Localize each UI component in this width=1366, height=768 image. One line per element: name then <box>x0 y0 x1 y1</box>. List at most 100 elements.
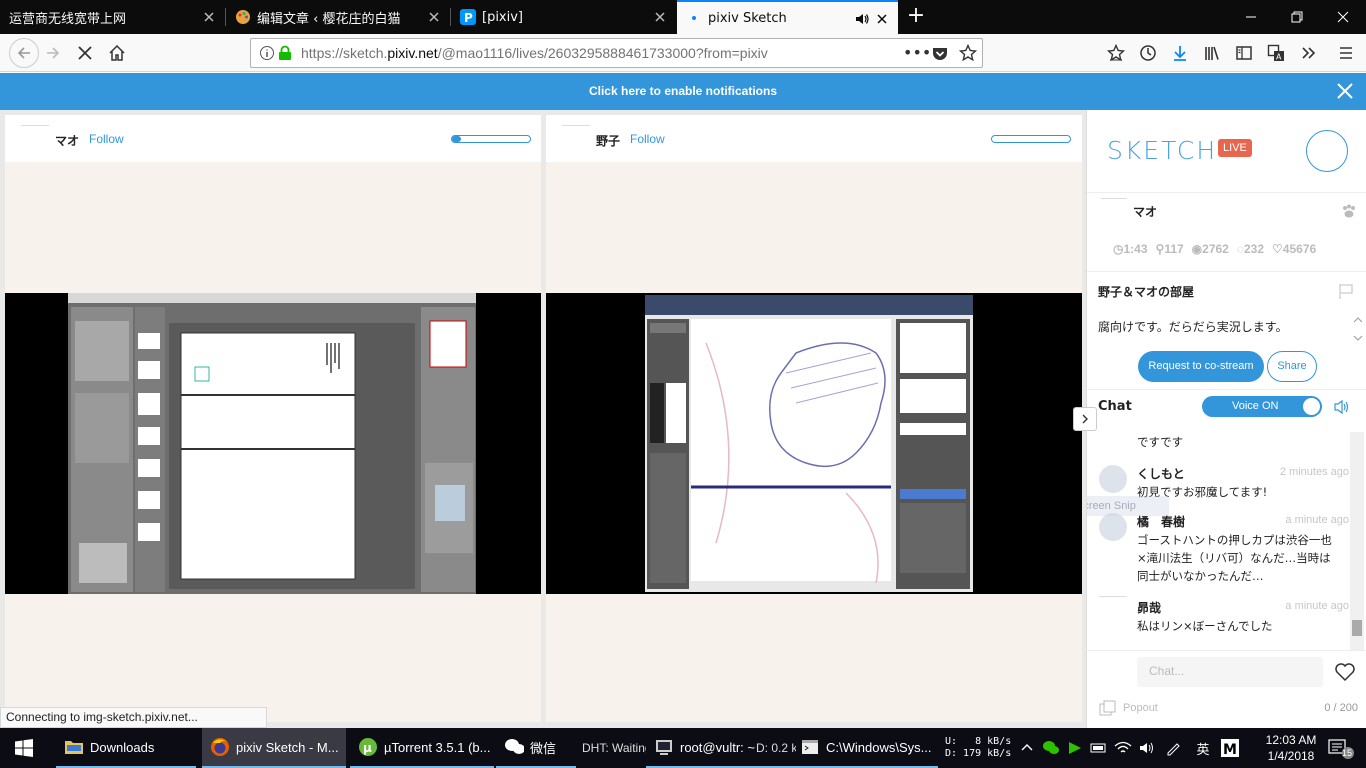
taskbar-utorrent[interactable]: µ µTorrent 3.5.1 (b... <box>350 728 494 768</box>
comments-stat: ◌232 <box>1236 242 1265 256</box>
volume-tray-icon[interactable] <box>1137 738 1157 758</box>
wifi-icon[interactable] <box>1113 738 1133 758</box>
sidebar-icon[interactable] <box>1232 41 1256 65</box>
popout-icon[interactable] <box>1099 700 1117 716</box>
pen-icon[interactable] <box>1163 738 1183 758</box>
close-tab-icon[interactable] <box>652 9 668 25</box>
tab-2[interactable]: 编辑文章 ‹ 樱花庄的白猫 <box>226 0 450 34</box>
utorrent-tray-icon[interactable] <box>1065 738 1085 758</box>
sketch-logo[interactable]: SKETCH <box>1107 136 1217 165</box>
eye-icon: ◉ <box>1191 242 1203 256</box>
users-stat: ⚲117 <box>1155 242 1184 256</box>
tab-title: 运营商无线宽带上网 <box>9 11 127 27</box>
avatar[interactable] <box>1099 465 1127 493</box>
new-tab-button[interactable]: + <box>905 5 927 28</box>
taskbar-wechat[interactable]: 微信 <box>496 728 576 768</box>
library-icon[interactable] <box>1200 41 1224 65</box>
taskbar-firefox[interactable]: pixiv Sketch - M... <box>202 728 346 768</box>
avatar[interactable] <box>1099 513 1127 541</box>
svg-text:M: M <box>1223 742 1237 757</box>
streamer-name[interactable]: 野子 <box>596 132 620 149</box>
forward-icon[interactable] <box>41 41 65 65</box>
pocket-icon[interactable] <box>931 45 949 63</box>
close-tab-icon[interactable] <box>426 9 442 25</box>
avatar[interactable] <box>1099 596 1127 597</box>
chat-input[interactable]: Chat... <box>1137 657 1323 687</box>
popout-link[interactable]: Popout <box>1123 702 1158 714</box>
chat-scrollbar[interactable] <box>1350 432 1364 650</box>
menu-icon[interactable] <box>1334 41 1358 65</box>
avatar[interactable] <box>562 125 590 128</box>
home-icon[interactable] <box>105 41 129 65</box>
message-author[interactable]: 昴哉 <box>1137 599 1161 616</box>
battery-icon[interactable] <box>1089 738 1109 758</box>
voice-toggle[interactable]: Voice ON <box>1202 396 1322 417</box>
request-costream-button[interactable]: Request to co-stream <box>1138 351 1264 382</box>
speaker-icon[interactable] <box>854 11 870 27</box>
avatar[interactable] <box>21 125 49 128</box>
message-text: ですです <box>1137 435 1184 449</box>
url-bar[interactable]: https://sketch.pixiv.net/@mao1116/lives/… <box>250 38 983 68</box>
heart-icon: ♡ <box>1272 242 1283 256</box>
tab-4[interactable]: pixiv Sketch <box>677 0 898 34</box>
chevron-right-icon[interactable] <box>1073 407 1097 431</box>
overflow-chevron-icon[interactable] <box>1296 41 1320 65</box>
taskbar-download-speed: D: 0.2 kB/s <box>756 741 796 755</box>
network-speed: U: 8 kB/s D: 179 kB/s <box>945 736 1012 759</box>
close-tab-icon[interactable] <box>201 9 217 25</box>
ime-mode-icon[interactable]: M <box>1220 738 1240 758</box>
avatar[interactable] <box>1101 198 1127 199</box>
streamer-name[interactable]: マオ <box>55 132 79 149</box>
wechat-tray-icon[interactable] <box>1041 738 1061 758</box>
reading-list-icon[interactable] <box>1104 41 1128 65</box>
download-icon[interactable] <box>1168 41 1192 65</box>
video-player[interactable] <box>546 293 1082 594</box>
taskbar-cmd[interactable]: C:\Windows\Sys... <box>792 728 938 768</box>
bookmark-star-icon[interactable] <box>959 44 977 62</box>
translate-icon[interactable]: A <box>1264 41 1288 65</box>
flag-icon[interactable] <box>1337 282 1355 300</box>
host-name[interactable]: マオ <box>1133 203 1157 220</box>
share-button[interactable]: Share <box>1267 351 1317 382</box>
clock-icon: ◷ <box>1113 242 1124 256</box>
info-icon[interactable] <box>259 45 275 61</box>
taskbar-dht-status: DHT: Waiting... <box>582 741 646 755</box>
tab-1[interactable]: 运营商无线宽带上网 <box>0 0 225 34</box>
svg-text:A: A <box>1276 53 1282 62</box>
action-center-icon[interactable]: 15 <box>1325 738 1355 759</box>
stop-icon[interactable] <box>73 41 97 65</box>
close-tab-icon[interactable] <box>874 11 890 27</box>
minimize-icon[interactable] <box>1228 0 1274 34</box>
message-text: ゴーストハントの押しカプは渋谷一也×滝川法生（リバ可）なんだ…当時は同士がいなか… <box>1137 533 1332 583</box>
heart-button-icon[interactable] <box>1334 662 1356 682</box>
back-icon[interactable] <box>9 38 39 68</box>
history-icon[interactable] <box>1136 41 1160 65</box>
follow-button[interactable]: Follow <box>89 132 124 146</box>
page-actions-icon[interactable]: ••• <box>903 43 931 62</box>
room-description: 腐向けです。だらだら実況します。 <box>1098 320 1288 334</box>
close-window-icon[interactable] <box>1320 0 1366 34</box>
volume-icon[interactable] <box>1333 399 1351 415</box>
notification-text[interactable]: Click here to enable notifications <box>589 84 777 98</box>
volume-bar[interactable] <box>991 135 1071 143</box>
close-icon[interactable] <box>1336 82 1354 100</box>
user-avatar-button[interactable] <box>1306 130 1348 172</box>
ime-indicator[interactable]: 英 <box>1193 738 1213 758</box>
paw-icon[interactable] <box>1341 204 1357 218</box>
chevron-up-icon[interactable] <box>1017 738 1037 758</box>
start-button[interactable] <box>0 728 48 768</box>
tab-title: [pixiv] <box>482 9 524 25</box>
message-author[interactable]: くしもと <box>1137 465 1185 482</box>
pixiv-icon: P <box>460 9 476 25</box>
cmd-icon <box>800 737 820 757</box>
clock[interactable]: 12:03 AM 1/4/2018 <box>1252 732 1330 764</box>
follow-button[interactable]: Follow <box>630 132 665 146</box>
loading-dot-icon <box>686 10 702 26</box>
taskbar-downloads[interactable]: Downloads <box>56 728 196 768</box>
tab-3[interactable]: P [pixiv] <box>451 0 676 34</box>
video-player[interactable] <box>5 293 541 594</box>
desc-scroll-icon[interactable] <box>1353 316 1363 342</box>
volume-bar[interactable] <box>451 135 531 143</box>
restore-icon[interactable] <box>1274 0 1320 34</box>
notification-banner[interactable]: Click here to enable notifications <box>0 73 1366 110</box>
